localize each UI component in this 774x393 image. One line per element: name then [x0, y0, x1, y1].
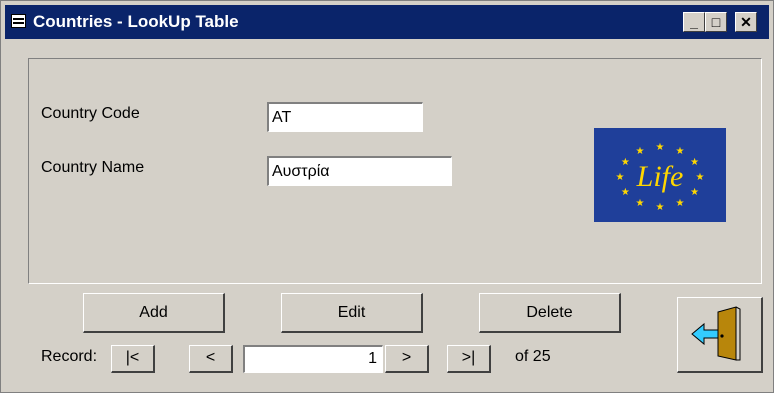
- window-title: Countries - LookUp Table: [33, 12, 239, 31]
- logo-star: ★: [636, 146, 645, 157]
- form-icon: [11, 14, 26, 28]
- form-window: Countries - LookUp Table _ □ ✕ Country C…: [0, 0, 774, 393]
- logo-star: ★: [616, 172, 625, 183]
- logo-star: ★: [676, 198, 685, 209]
- logo-star: ★: [696, 172, 705, 183]
- close-button[interactable]: ✕: [735, 12, 757, 32]
- logo-star: ★: [656, 142, 665, 153]
- record-number-field[interactable]: 1: [243, 345, 383, 373]
- country-code-label: Country Code: [41, 105, 140, 122]
- eu-stars-icon: ★ ★ ★ ★ ★ ★ ★ ★ ★ ★ ★ ★ Life: [616, 142, 705, 213]
- country-name-label: Country Name: [41, 159, 145, 176]
- logo-star: ★: [621, 157, 630, 168]
- exit-button[interactable]: [677, 297, 763, 373]
- delete-button[interactable]: Delete: [479, 293, 621, 333]
- minimize-button[interactable]: _: [683, 12, 705, 32]
- logo-star: ★: [690, 187, 699, 198]
- record-total: of 25: [515, 348, 551, 365]
- life-logo-text: Life: [636, 160, 684, 193]
- logo-star: ★: [676, 146, 685, 157]
- logo-star: ★: [690, 157, 699, 168]
- next-record-button[interactable]: >: [385, 345, 429, 373]
- edit-button[interactable]: Edit: [281, 293, 423, 333]
- last-record-button[interactable]: >|: [447, 345, 491, 373]
- country-name-field[interactable]: [267, 156, 452, 186]
- logo-star: ★: [636, 198, 645, 209]
- previous-record-button[interactable]: <: [189, 345, 233, 373]
- logo-star: ★: [656, 202, 665, 213]
- logo-star: ★: [621, 187, 630, 198]
- life-logo: ★ ★ ★ ★ ★ ★ ★ ★ ★ ★ ★ ★ Life: [594, 128, 726, 222]
- maximize-button[interactable]: □: [705, 12, 727, 32]
- add-button[interactable]: Add: [83, 293, 225, 333]
- first-record-button[interactable]: |<: [111, 345, 155, 373]
- record-label: Record:: [41, 348, 98, 365]
- country-code-field[interactable]: [267, 102, 423, 132]
- exit-door-icon: [691, 306, 741, 361]
- title-bar[interactable]: Countries - LookUp Table _ □ ✕: [5, 5, 769, 39]
